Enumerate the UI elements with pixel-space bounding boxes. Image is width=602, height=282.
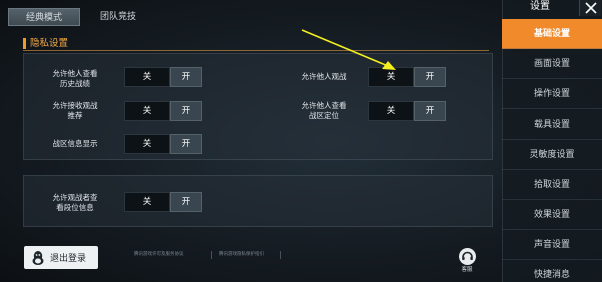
- setting-label-history: 允许他人查看 历史战绩: [43, 69, 107, 89]
- toggle-rank: 关 开: [124, 192, 202, 212]
- privacy-guide-link[interactable]: 腾讯游戏隐私保护指引: [219, 251, 264, 259]
- logout-label: 退出登录: [50, 254, 87, 264]
- sidebar-item-pickup[interactable]: 拾取设置: [502, 170, 602, 200]
- sidebar-item-graphics[interactable]: 画面设置: [502, 49, 602, 79]
- toggle-recommend: 关 开: [124, 101, 202, 121]
- settings-title: 设置: [530, 1, 550, 12]
- sidebar-item-basic[interactable]: 基础设置: [502, 19, 602, 49]
- sidebar-item-controls[interactable]: 操作设置: [502, 79, 602, 109]
- toggle-on-button[interactable]: 开: [170, 192, 202, 212]
- annotation-arrow-icon: [301, 29, 396, 70]
- sidebar-item-sensitivity[interactable]: 灵敏度设置: [502, 140, 602, 170]
- label-line: 看段位信息: [56, 203, 94, 212]
- setting-label-region-info: 战区信息显示: [43, 139, 107, 149]
- close-icon: [585, 2, 597, 14]
- label-line: 允许他人观战: [301, 72, 347, 81]
- toggle-region: 关 开: [368, 101, 446, 121]
- toggle-on-button[interactable]: 开: [414, 101, 446, 121]
- toggle-off-button[interactable]: 关: [124, 101, 170, 121]
- toggle-off-button[interactable]: 关: [124, 134, 170, 154]
- tab-classic-mode[interactable]: 经典模式: [8, 8, 80, 26]
- footer-divider: [211, 251, 212, 259]
- headset-icon: [458, 248, 476, 265]
- toggle-off-button[interactable]: 关: [124, 192, 170, 212]
- toggle-off-button[interactable]: 关: [368, 101, 414, 121]
- customer-service-button[interactable]: 客服: [456, 248, 478, 278]
- toggle-on-button[interactable]: 开: [170, 134, 202, 154]
- label-line: 允许接收观战: [52, 101, 98, 110]
- qq-penguin-icon: [30, 250, 46, 266]
- label-line: 历史战绩: [60, 79, 90, 88]
- section-title: 隐私设置: [30, 38, 69, 49]
- label-line: 推荐: [67, 111, 83, 120]
- toggle-history: 关 开: [124, 67, 202, 87]
- tab-team-deathmatch[interactable]: 团队竞技: [82, 8, 154, 26]
- footer-divider: [280, 251, 281, 259]
- toggle-off-button[interactable]: 关: [124, 67, 170, 87]
- toggle-on-button[interactable]: 开: [170, 67, 202, 87]
- section-header: 隐私设置: [23, 37, 489, 51]
- label-line: 允许他人查看: [301, 101, 347, 110]
- sidebar-item-quick-message[interactable]: 快捷消息: [502, 260, 602, 282]
- toggle-on-button[interactable]: 开: [170, 101, 202, 121]
- logout-button[interactable]: 退出登录: [24, 246, 98, 269]
- setting-label-region: 允许他人查看 战区定位: [288, 101, 360, 121]
- label-line: 允许观战者查: [52, 193, 98, 202]
- sidebar-item-effects[interactable]: 效果设置: [502, 200, 602, 230]
- setting-label-spectate: 允许他人观战: [288, 72, 360, 82]
- label-line: 允许他人查看: [52, 69, 98, 78]
- section-marker: [23, 38, 26, 49]
- label-line: 战区信息显示: [52, 139, 98, 148]
- toggle-on-button[interactable]: 开: [414, 67, 446, 87]
- mode-tabs: 经典模式 团队竞技: [8, 8, 154, 26]
- service-agreement-link[interactable]: 腾讯游戏许可及服务协议: [134, 251, 184, 259]
- setting-label-recommend: 允许接收观战 推荐: [43, 101, 107, 121]
- customer-service-label: 客服: [461, 267, 473, 273]
- sidebar-item-sound[interactable]: 声音设置: [502, 230, 602, 260]
- setting-label-rank: 允许观战者查 看段位信息: [43, 193, 107, 213]
- sidebar-item-vehicle[interactable]: 载具设置: [502, 110, 602, 140]
- section-divider: [23, 50, 489, 51]
- label-line: 战区定位: [309, 111, 339, 120]
- close-button[interactable]: [579, 0, 601, 16]
- toggle-region-info: 关 开: [124, 134, 202, 154]
